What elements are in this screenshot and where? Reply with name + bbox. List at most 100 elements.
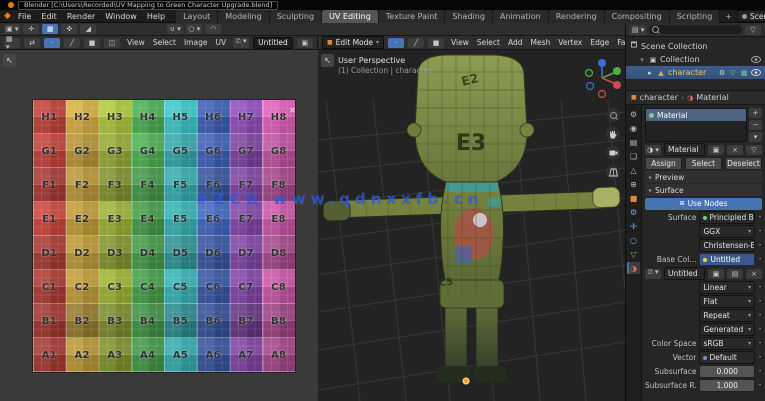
select-box-tool-button[interactable]: ▦ [42,24,59,34]
uv-menu-view[interactable]: View [124,37,148,48]
hide-eye-icon[interactable] [751,69,761,76]
uv-editor-canvas[interactable]: ↖ H1 H2 H3 H4 H5 H6 H7 H8 G1 G2 G3 G4 G5 G6 G7 G8 F1 F2 F3… [0,50,319,401]
surface-section-header[interactable]: ▸ Surface [645,184,762,196]
properties-tab-data[interactable]: ▽ [627,248,640,260]
scene-selector[interactable]: Scene [737,10,765,22]
viewport-menu-edge[interactable]: Edge [587,37,612,48]
subsurface-method-dropdown[interactable]: Christensen-Burley ▾ [699,239,755,252]
annotate-tool-button[interactable]: ◢ [80,24,97,34]
viewport-menu-face[interactable]: Face [614,37,625,48]
properties-tab-world[interactable]: ⊕ [627,178,640,190]
vector-button[interactable]: Default [699,351,755,364]
uv-island-select-button[interactable]: ◫ [104,37,120,48]
snap-toggle-button[interactable]: ∪ ▾ [167,24,184,34]
workspace-tab-uv-editing[interactable]: UV Editing [322,9,379,23]
extension-dropdown[interactable]: Repeat ▾ [699,309,755,322]
material-name-field[interactable]: Material [664,143,705,156]
viewport-canvas[interactable]: E2 E3 C5 User Perspective (1) Collection… [318,50,625,401]
menu-help[interactable]: Help [142,11,170,22]
viewport-menu-mesh[interactable]: Mesh [528,37,554,48]
pan-hand-icon[interactable] [606,127,620,141]
base-color-image-button[interactable]: Untitled [699,253,755,266]
expand-caret-icon[interactable]: ▾ [638,56,646,64]
viewport-menu-view[interactable]: View [448,37,472,48]
browse-image-dropdown[interactable]: 🗈 ▾ [645,268,661,279]
outliner-editor-type-dropdown[interactable]: ▤ ▾ [630,24,647,35]
uv-menu-select[interactable]: Select [150,37,179,48]
blender-menu-icon[interactable]: ◆ [4,11,11,21]
properties-tab-physics[interactable]: ○ [627,234,640,246]
workspace-tab-texture-paint[interactable]: Texture Paint [378,9,446,23]
workspace-tab-modeling[interactable]: Modeling [218,9,270,23]
cursor-tool-button[interactable]: ✛ [23,24,40,34]
add-slot-button[interactable]: + [749,108,762,118]
move-tool-button[interactable]: ✜ [61,24,78,34]
deselect-button[interactable]: Deselect [725,157,762,170]
mode-selector[interactable]: ■ Edit Mode ▾ [322,36,385,49]
properties-tab-render[interactable]: ◉ [627,122,640,134]
assign-button[interactable]: Assign [645,157,682,170]
menu-file[interactable]: File [13,11,36,22]
workspace-tab-layout[interactable]: Layout [176,9,219,23]
fake-user-button[interactable]: ▣ [296,37,313,48]
vertex-select-mode-button[interactable]: · [388,37,405,48]
edge-select-mode-button[interactable]: ╱ [408,37,425,48]
image-name-field[interactable]: Untitled [664,267,705,280]
properties-tab-modifiers[interactable]: ⚙ [627,206,640,218]
properties-tab-scene[interactable]: △ [627,164,640,176]
subsurface-slider[interactable]: 0.000 [699,365,755,378]
uv-sync-selection-button[interactable]: ⇄ [24,37,40,48]
workspace-tab-compositing[interactable]: Compositing [604,9,670,23]
surface-shader-button[interactable]: Principled BSDF [699,211,755,224]
expand-caret-icon[interactable]: ▸ [646,69,654,77]
properties-tab-material[interactable]: ◑ [627,262,640,274]
slot-specials-button[interactable]: ▾ [749,132,762,142]
outliner-item-collection[interactable]: ▾ ▣ Collection [626,53,765,66]
interpolation-dropdown[interactable]: Linear ▾ [699,281,755,294]
properties-tab-tool[interactable]: ⚙ [627,108,640,120]
character-model[interactable]: E2 E3 C5 [322,54,621,382]
select-button[interactable]: Select [685,157,722,170]
material-specials-button[interactable]: ▽ [746,144,762,155]
menu-edit[interactable]: Edit [36,11,62,22]
color-space-dropdown[interactable]: sRGB ▾ [699,337,755,350]
properties-tab-object[interactable]: ■ [627,192,640,204]
uv-menu-image[interactable]: Image [181,37,211,48]
outliner-search-input[interactable] [649,25,742,34]
uv-menu-uv[interactable]: UV [212,37,229,48]
material-slots-box[interactable]: Material [645,108,747,142]
properties-tab-view-layer[interactable]: ❏ [627,150,640,162]
outliner-item-character[interactable]: ▸ ▲ character ⚙ ▽ ▦ [626,66,765,79]
menu-window[interactable]: Window [100,11,142,22]
viewport-menu-select[interactable]: Select [474,37,503,48]
outliner-item-scene-collection[interactable]: 🗖 Scene Collection [626,40,765,53]
properties-tab-output[interactable]: ▤ [627,136,640,148]
uv-toolbar-select-tool[interactable]: ↖ [3,54,16,67]
viewport-menu-vertex[interactable]: Vertex [555,37,585,48]
preview-section-header[interactable]: ▸ Preview [645,171,762,183]
breadcrumb-object[interactable]: character [640,93,678,102]
uv-vertex-select-button[interactable]: · [44,37,60,48]
navigation-gizmo[interactable] [582,56,622,100]
use-nodes-button[interactable]: ⊞ Use Nodes [645,197,762,210]
subsurface-radius-slider[interactable]: 1.000 [699,379,755,392]
remove-slot-button[interactable]: − [749,120,762,130]
fake-user-button[interactable]: ▣ [708,268,724,279]
uv-2d-cursor[interactable]: ✕ [288,106,297,115]
breadcrumb-material[interactable]: Material [696,93,729,102]
uv-edge-select-button[interactable]: ╱ [64,37,80,48]
image-browse-dropdown[interactable]: 🗈 ▾ [233,37,250,48]
uv-face-select-button[interactable]: ■ [84,37,100,48]
viewport-toolbar-select-tool[interactable]: ↖ [321,54,334,67]
workspace-tab-scripting[interactable]: Scripting [669,9,721,23]
editor-type-dropdown[interactable]: ▦ ▾ [4,36,20,49]
active-tool-dropdown[interactable]: ▣ ▾ [4,24,21,34]
unlink-material-button[interactable]: × [727,144,743,155]
workspace-tab-animation[interactable]: Animation [492,9,549,23]
workspace-tab-sculpting[interactable]: Sculpting [269,9,323,23]
workspace-tab-shading[interactable]: Shading [445,9,493,23]
camera-view-icon[interactable] [606,146,620,160]
distribution-dropdown[interactable]: GGX ▾ [699,225,755,238]
properties-tab-particles[interactable]: ✛ [627,220,640,232]
fake-user-button[interactable]: ▣ [708,144,724,155]
